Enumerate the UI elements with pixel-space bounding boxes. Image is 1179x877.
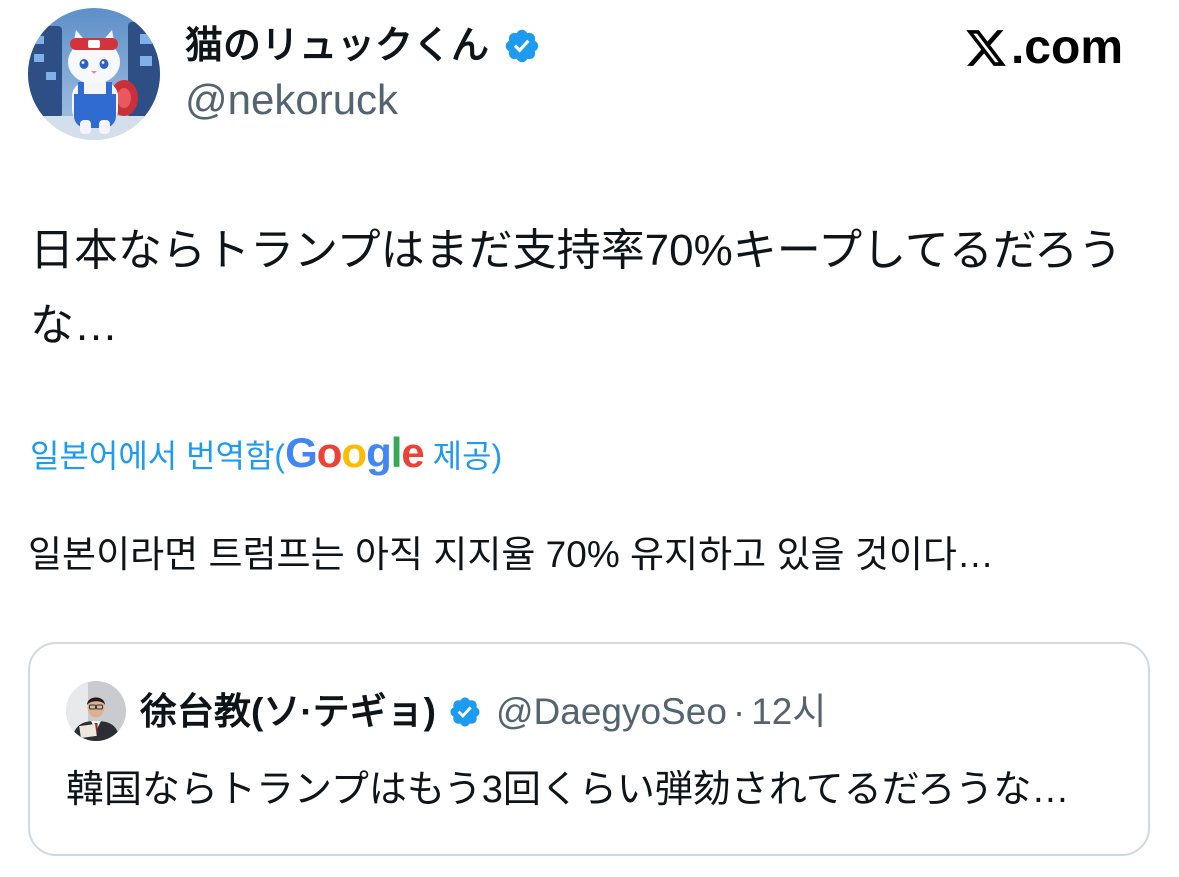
google-logo-letter: l: [390, 429, 403, 476]
display-name[interactable]: 猫のリュックくん: [185, 20, 489, 72]
avatar[interactable]: [28, 8, 160, 140]
author-name-row: 猫のリュックくん: [185, 20, 541, 72]
watermark-domain: .com: [1010, 21, 1123, 74]
google-logo-letter: G: [285, 429, 318, 476]
verified-badge-icon[interactable]: [448, 695, 482, 729]
quoted-tweet-card[interactable]: 徐台教(ソ·テギョ) @DaegyoSeo · 12시 韓国ならトランプはもう3…: [28, 642, 1150, 856]
quoted-handle[interactable]: @DaegyoSeo: [496, 687, 727, 737]
quoted-author-avatar[interactable]: [66, 681, 126, 741]
verified-badge-icon[interactable]: [503, 27, 541, 65]
author-handle[interactable]: @nekoruck: [185, 74, 398, 126]
google-logo-letter: g: [366, 429, 392, 476]
google-logo-letter: e: [401, 429, 424, 476]
translation-label[interactable]: 일본어에서 번역함(Google 제공): [30, 426, 502, 480]
quoted-timestamp[interactable]: 12시: [751, 687, 826, 737]
quoted-display-name[interactable]: 徐台教(ソ·テギョ): [140, 687, 436, 737]
translation-label-suffix: 제공): [423, 438, 503, 474]
google-logo: Google: [285, 429, 425, 476]
google-logo-letter: o: [341, 429, 367, 476]
x-com-watermark: .com: [964, 20, 1123, 76]
translation-label-prefix: 일본어에서 번역함(: [30, 438, 286, 474]
cat-backpack-avatar-icon: [28, 8, 160, 140]
x-logo-icon: [966, 30, 1006, 66]
quoted-tweet-text: 韓国ならトランプはもう3回くらい弾劾されてるだろうな…: [66, 769, 1070, 811]
person-photo-avatar-icon: [66, 681, 126, 741]
translated-text: 일본이라면 트럼프는 아직 지지율 70% 유지하고 있을 것이다…: [28, 534, 994, 575]
google-logo-letter: o: [316, 429, 343, 476]
quoted-author-row: 徐台教(ソ·テギョ) @DaegyoSeo · 12시: [140, 687, 826, 737]
separator-dot: ·: [732, 691, 746, 732]
tweet-text: 日本ならトランプはまだ支持率70%キープしてるだろうな…: [30, 226, 1123, 350]
